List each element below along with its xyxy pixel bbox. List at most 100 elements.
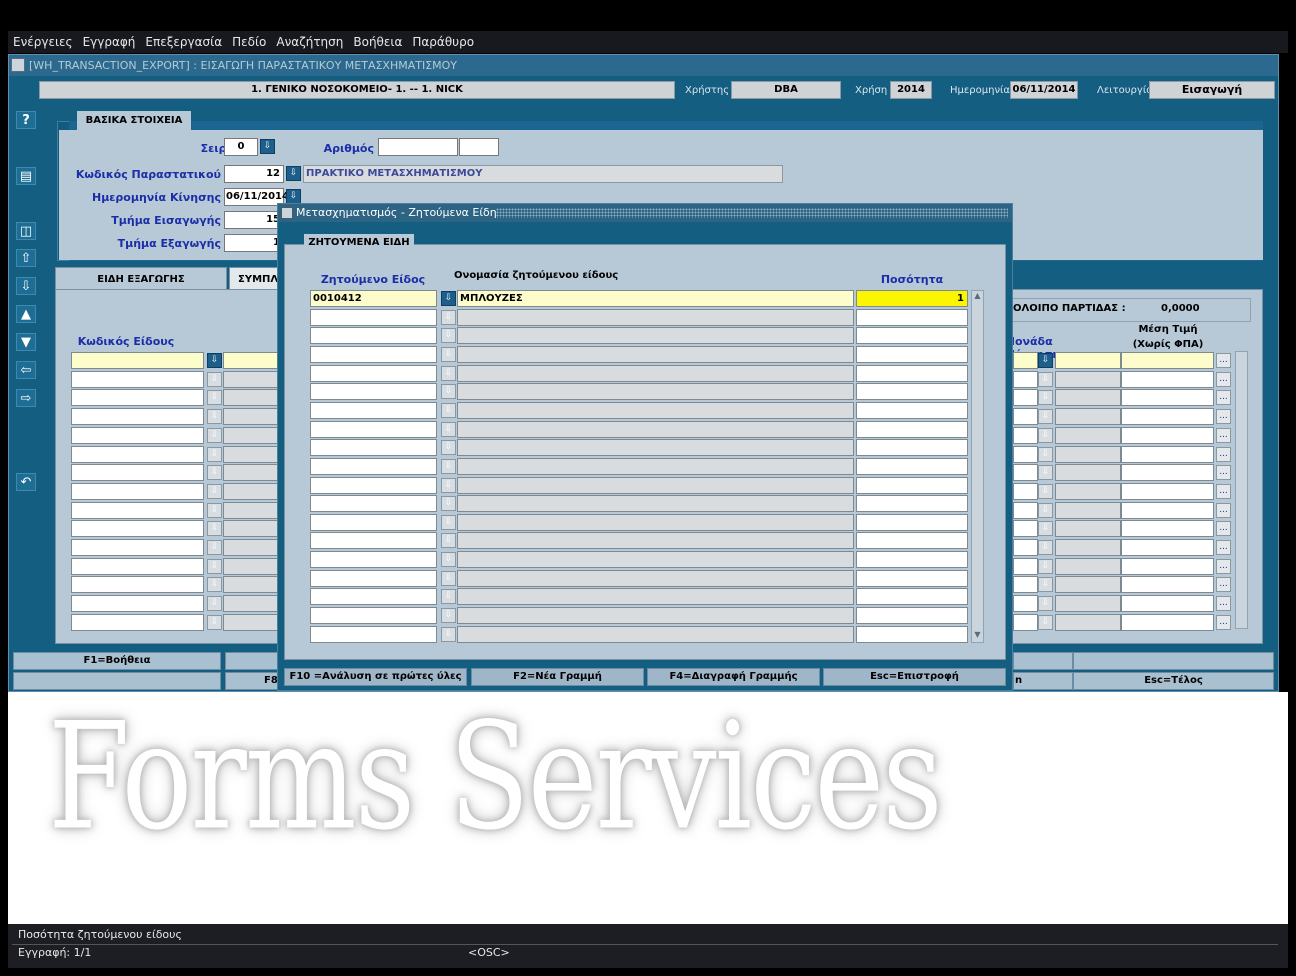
requested-lov-button[interactable]: ⇩ (441, 309, 456, 325)
requested-code-cell[interactable] (310, 607, 437, 625)
unit-lov-button[interactable]: ⇩ (1038, 614, 1053, 630)
ellipsis-button[interactable]: ... (1216, 521, 1231, 537)
requested-lov-button[interactable]: ⇩ (441, 533, 456, 549)
requested-lov-button[interactable]: ⇩ (441, 328, 456, 344)
seira-lov-button[interactable]: ⇩ (260, 139, 275, 154)
ellipsis-button[interactable]: ... (1216, 577, 1231, 593)
requested-qty-cell[interactable] (856, 457, 968, 475)
export-code-lov-button[interactable]: ⇩ (207, 577, 222, 593)
requested-code-cell[interactable] (310, 513, 437, 531)
unit-cell[interactable] (1055, 595, 1121, 613)
requested-lov-button[interactable]: ⇩ (441, 346, 456, 362)
requested-code-cell[interactable] (310, 476, 437, 494)
eisag-field[interactable]: 15 (224, 211, 284, 229)
export-code-lov-button[interactable]: ⇩ (207, 521, 222, 537)
export-code-cell[interactable] (71, 539, 204, 556)
unit-lov-button[interactable]: ⇩ (1038, 558, 1053, 574)
requested-name-cell[interactable] (457, 439, 854, 457)
unit-code-cell[interactable] (1013, 557, 1038, 575)
unit-lov-button[interactable]: ⇩ (1038, 446, 1053, 462)
export-name-cell[interactable] (223, 557, 279, 575)
unit-code-cell[interactable] (1013, 613, 1038, 631)
requested-name-cell[interactable] (457, 607, 854, 625)
unit-lov-button[interactable]: ⇩ (1038, 409, 1053, 425)
unit-cell[interactable] (1055, 613, 1121, 631)
export-name-cell[interactable] (223, 576, 279, 594)
unit-code-cell[interactable] (1013, 501, 1038, 519)
exit-icon[interactable]: ↶ (16, 473, 36, 491)
export-name-cell[interactable] (223, 613, 279, 631)
avg-price-cell[interactable] (1121, 426, 1214, 444)
requested-lov-button[interactable]: ⇩ (441, 477, 456, 493)
export-name-cell[interactable] (223, 482, 279, 500)
requested-name-cell[interactable] (457, 569, 854, 587)
export-code-cell[interactable] (71, 576, 204, 594)
export-code-cell[interactable] (71, 501, 204, 519)
avg-price-cell[interactable] (1121, 576, 1214, 594)
requested-name-cell[interactable]: ΜΠΛΟΥΖΕΣ (457, 290, 854, 307)
requested-name-cell[interactable] (457, 551, 854, 569)
requested-name-cell[interactable] (457, 625, 854, 643)
requested-code-cell[interactable] (310, 625, 437, 643)
unit-cell[interactable] (1055, 539, 1121, 556)
unit-lov-button[interactable]: ⇩ (1038, 427, 1053, 443)
ellipsis-button[interactable]: ... (1216, 540, 1231, 555)
requested-code-cell[interactable] (310, 401, 437, 419)
unit-code-cell[interactable] (1013, 408, 1038, 426)
export-code-cell[interactable] (71, 352, 204, 369)
export-name-cell[interactable] (223, 352, 279, 369)
requested-qty-cell[interactable] (856, 364, 968, 382)
requested-qty-cell[interactable] (856, 625, 968, 643)
export-name-cell[interactable] (223, 501, 279, 519)
requested-qty-cell[interactable] (856, 476, 968, 494)
export-code-cell[interactable] (71, 370, 204, 388)
hm-calendar-button[interactable]: ⇩ (286, 189, 301, 204)
unit-cell[interactable] (1055, 426, 1121, 444)
unit-code-cell[interactable] (1013, 539, 1038, 556)
requested-name-cell[interactable] (457, 364, 854, 382)
requested-name-cell[interactable] (457, 420, 854, 438)
requested-qty-cell[interactable] (856, 588, 968, 606)
avg-price-cell[interactable] (1121, 352, 1214, 369)
analyze-button[interactable]: F10 =Ανάλυση σε πρώτες ύλες (284, 668, 467, 686)
requested-code-cell[interactable] (310, 364, 437, 382)
exag-field[interactable]: 1 (224, 234, 284, 252)
blank-button-3[interactable] (1073, 652, 1274, 670)
requested-lov-button[interactable]: ⇩ (441, 421, 456, 437)
export-name-cell[interactable] (223, 445, 279, 463)
requested-code-cell[interactable] (310, 532, 437, 550)
requested-lov-button[interactable]: ⇩ (441, 402, 456, 418)
avg-price-cell[interactable] (1121, 520, 1214, 538)
requested-code-cell[interactable] (310, 569, 437, 587)
export-name-cell[interactable] (223, 595, 279, 613)
export-name-cell[interactable] (223, 426, 279, 444)
requested-name-cell[interactable] (457, 308, 854, 326)
requested-code-cell[interactable] (310, 495, 437, 513)
requested-lov-button[interactable]: ⇩ (441, 570, 456, 586)
requested-name-cell[interactable] (457, 383, 854, 401)
requested-code-cell[interactable] (310, 327, 437, 345)
unit-code-cell[interactable] (1013, 464, 1038, 482)
export-name-cell[interactable] (223, 539, 279, 556)
requested-lov-button[interactable]: ⇩ (441, 384, 456, 400)
requested-lov-button[interactable]: ⇩ (441, 440, 456, 456)
unit-cell[interactable] (1055, 520, 1121, 538)
requested-code-cell[interactable] (310, 551, 437, 569)
blank-button-1[interactable] (13, 672, 221, 690)
f8-button[interactable]: F8 (225, 672, 285, 690)
first-record-icon[interactable]: ⇧ (16, 249, 36, 267)
ellipsis-button[interactable]: ... (1216, 371, 1231, 387)
unit-code-cell[interactable] (1013, 352, 1038, 369)
scroll-up-icon[interactable]: ▲ (972, 291, 983, 302)
requested-lov-button[interactable]: ⇩ (441, 626, 456, 642)
menu-help[interactable]: Βοήθεια (348, 31, 407, 49)
export-code-lov-button[interactable]: ⇩ (207, 390, 222, 406)
export-code-cell[interactable] (71, 613, 204, 631)
arithmos-field[interactable] (378, 138, 458, 156)
export-code-lov-button[interactable]: ⇩ (207, 409, 222, 425)
requested-code-cell[interactable] (310, 588, 437, 606)
requested-name-cell[interactable] (457, 588, 854, 606)
menu-search[interactable]: Αναζήτηση (271, 31, 348, 49)
unit-cell[interactable] (1055, 482, 1121, 500)
seira-field[interactable]: 0 (224, 138, 258, 156)
